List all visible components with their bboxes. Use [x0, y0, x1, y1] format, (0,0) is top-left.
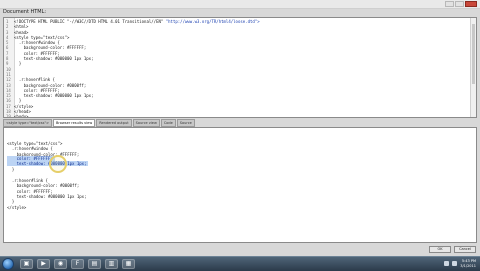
folder-icon[interactable]: ▣ [20, 259, 33, 269]
dialog-buttons: OK Cancel [429, 246, 476, 253]
code-text: background-color: #0000ff; [14, 82, 87, 88]
clock[interactable]: 5:43 PM 3/1/2011 [460, 259, 476, 268]
html-editor[interactable]: 1 <!DOCTYPE HTML PUBLIC "-//W3C//DTD HTML… [3, 17, 477, 118]
code-text: color: #FFFFFF; [14, 87, 60, 93]
output-lines: <style type="text/css"> .r:hover#window … [7, 130, 468, 210]
start-button[interactable] [2, 258, 14, 270]
tab-4[interactable]: Code [160, 119, 176, 127]
selected-output-text: text-shadow: #000000 1px 1px; [7, 160, 89, 167]
code-text: .r:hover#window { [14, 40, 60, 46]
tab-1[interactable]: Browser results view [53, 119, 96, 127]
code-text: } [14, 61, 22, 67]
code-text: <style type="text/css"> [14, 34, 70, 40]
output-text: } [7, 199, 15, 205]
minimize-button[interactable] [445, 1, 454, 7]
tab-3[interactable]: Source view [132, 119, 160, 127]
window-controls [445, 1, 477, 7]
network-icon[interactable] [444, 261, 450, 266]
tab-2[interactable]: Rendered output [96, 119, 132, 127]
window-title-bar [0, 0, 480, 9]
code-text: <head> [14, 29, 29, 35]
output-text: </style> [7, 204, 27, 210]
code-line: 19 <body> [6, 114, 469, 118]
code-text: color: #FFFFFF; [14, 50, 60, 56]
editor-icon[interactable]: ▤ [88, 259, 101, 269]
tab-5[interactable]: Source [176, 119, 195, 127]
code-text: text-shadow: #000000 1px 1px; [14, 93, 94, 99]
taskbar-icons: ▣ ▶ ◉ F ▤ ▥ ▦ [20, 259, 135, 269]
editor-scrollbar-thumb[interactable] [472, 24, 475, 84]
code-text: } [14, 98, 22, 104]
code-text: .r:hover#link { [14, 77, 55, 83]
editor-scrollbar[interactable] [470, 18, 476, 117]
browser-icon[interactable]: ◉ [54, 259, 67, 269]
code-text: <body> [14, 114, 29, 118]
code-text: background-color: #FFFFFF; [14, 45, 87, 51]
ftp-icon[interactable]: F [71, 259, 84, 269]
code-text: <!DOCTYPE HTML PUBLIC "-//W3C//DTD HTML … [14, 19, 166, 24]
image-icon[interactable]: ▦ [122, 259, 135, 269]
code-lines: 1 <!DOCTYPE HTML PUBLIC "-//W3C//DTD HTML… [6, 19, 469, 118]
code-link[interactable]: "http://www.w3.org/TR/html4/loose.dtd"> [166, 19, 260, 24]
taskbar: ▣ ▶ ◉ F ▤ ▥ ▦ 5:43 PM 3/1/2011 [0, 256, 480, 271]
media-icon[interactable]: ▶ [37, 259, 50, 269]
code-text: text-shadow: #000000 1px 1px; [14, 56, 94, 62]
volume-icon[interactable] [452, 261, 458, 266]
maximize-button[interactable] [455, 1, 464, 7]
line-number: 19 [6, 114, 11, 118]
tab-strip: <style type="text/css"> Browser results v… [3, 119, 477, 127]
cancel-button[interactable]: Cancel [454, 246, 476, 253]
code-text: </style> [14, 103, 34, 109]
terminal-icon[interactable]: ▥ [105, 259, 118, 269]
clock-time: 5:43 PM [461, 259, 476, 263]
clock-date: 3/1/2011 [460, 263, 476, 268]
system-tray: 5:43 PM 3/1/2011 [444, 259, 476, 268]
close-button[interactable] [465, 1, 477, 7]
tab-0[interactable]: <style type="text/css"> [3, 119, 52, 127]
document-label: Document HTML: [3, 9, 47, 15]
ok-button[interactable]: OK [429, 246, 451, 253]
code-text: <html> [14, 24, 29, 30]
code-text: </head> [14, 109, 31, 115]
output-panel[interactable]: <style type="text/css"> .r:hover#window … [3, 127, 477, 243]
mouse-cursor-highlight [49, 155, 67, 173]
